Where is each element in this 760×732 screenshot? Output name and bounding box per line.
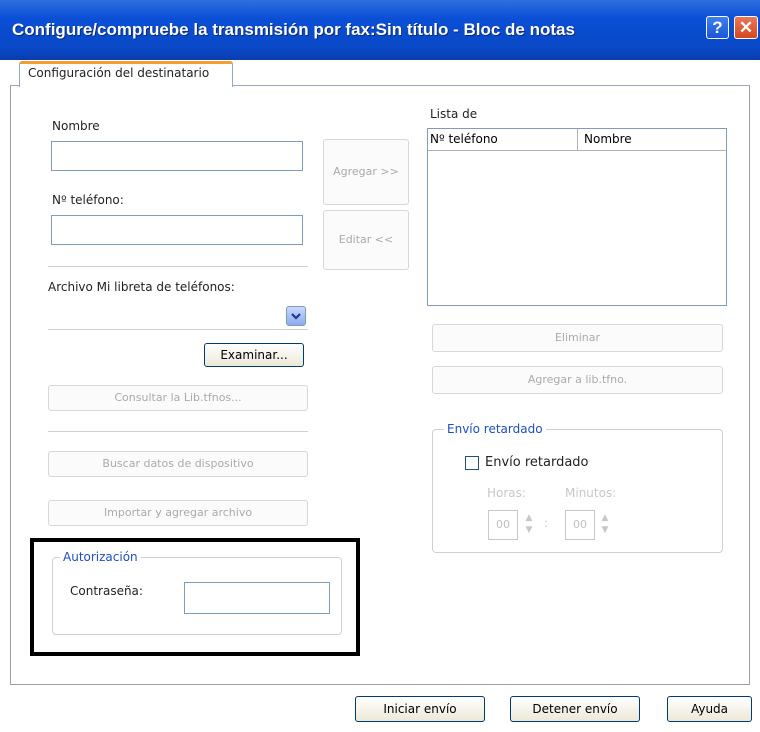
- delete-button[interactable]: Eliminar: [432, 324, 723, 352]
- tab-recipient-settings[interactable]: Configuración del destinatario: [19, 61, 233, 87]
- hours-spinner[interactable]: 00: [488, 510, 518, 540]
- stop-send-button[interactable]: Detener envío: [510, 696, 640, 722]
- recipient-list[interactable]: Nº teléfono Nombre: [427, 128, 727, 306]
- separator: [48, 266, 308, 267]
- edit-button[interactable]: Editar <<: [323, 210, 409, 270]
- column-header-name[interactable]: Nombre: [578, 129, 726, 151]
- time-separator: :: [544, 516, 549, 530]
- chevron-down-icon: [291, 313, 301, 320]
- consult-phonebook-button[interactable]: Consultar la Lib.tfnos...: [48, 385, 308, 411]
- window-title: Configure/compruebe la transmisión por f…: [12, 20, 575, 39]
- minutes-label: Minutos:: [565, 486, 617, 500]
- hours-spin-arrows[interactable]: ▲ ▼: [524, 512, 534, 538]
- phonebook-select[interactable]: [48, 302, 308, 330]
- name-label: Nombre: [52, 119, 100, 133]
- close-icon: ✕: [738, 18, 754, 37]
- column-header-phone[interactable]: Nº teléfono: [428, 129, 578, 151]
- tab-label: Configuración del destinatario: [28, 66, 210, 80]
- help-title-button[interactable]: ?: [706, 16, 729, 39]
- list-label: Lista de: [430, 107, 478, 121]
- help-icon: ?: [712, 18, 723, 37]
- phone-label: Nº teléfono:: [52, 193, 124, 207]
- phone-input[interactable]: [51, 215, 303, 245]
- close-button[interactable]: ✕: [734, 16, 758, 39]
- add-button[interactable]: Agregar >>: [323, 139, 409, 205]
- search-device-button[interactable]: Buscar datos de dispositivo: [48, 451, 308, 477]
- import-add-file-button[interactable]: Importar y agregar archivo: [48, 500, 308, 526]
- highlight-frame: [30, 538, 360, 656]
- delayed-send-title: Envío retardado: [444, 422, 546, 436]
- separator: [48, 431, 308, 432]
- phonebook-label: Archivo Mi libreta de teléfonos:: [48, 280, 235, 294]
- help-button[interactable]: Ayuda: [667, 696, 752, 722]
- dropdown-button[interactable]: [286, 306, 306, 326]
- name-input[interactable]: [51, 141, 303, 171]
- delayed-send-checkbox[interactable]: [465, 456, 479, 470]
- delayed-send-checkbox-label: Envío retardado: [485, 455, 589, 470]
- browse-button[interactable]: Examinar...: [204, 343, 304, 367]
- hours-label: Horas:: [487, 486, 526, 500]
- start-send-button[interactable]: Iniciar envío: [355, 696, 485, 722]
- add-to-phonebook-button[interactable]: Agregar a lib.tfno.: [432, 366, 723, 394]
- minutes-spin-arrows[interactable]: ▲ ▼: [600, 512, 610, 538]
- minutes-spinner[interactable]: 00: [565, 510, 595, 540]
